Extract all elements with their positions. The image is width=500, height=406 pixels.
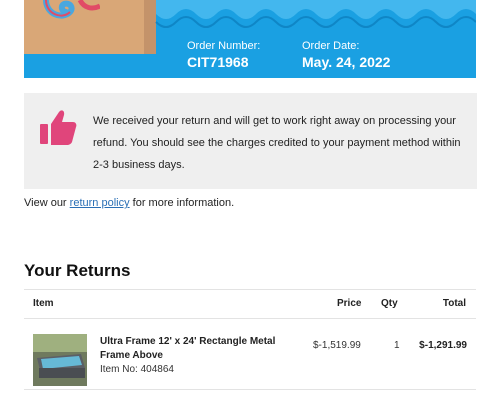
order-date-block: Order Date: May. 24, 2022	[302, 40, 390, 71]
order-header-banner: Order Number: CIT71968 Order Date: May. …	[24, 0, 476, 78]
return-policy-link[interactable]: return policy	[70, 197, 130, 209]
product-item-number: Item No: 404864	[100, 364, 174, 375]
product-qty: 1	[394, 340, 400, 351]
order-number-value: CIT71968	[187, 54, 249, 70]
returns-table-header: Item Price Qty Total	[24, 289, 476, 319]
thumbs-up-icon	[40, 110, 77, 145]
policy-suffix: for more information.	[132, 197, 235, 209]
column-header-total: Total	[442, 298, 466, 309]
column-header-item: Item	[33, 298, 54, 309]
column-header-price: Price	[337, 298, 362, 309]
policy-prefix: View our	[24, 197, 67, 209]
product-total: $-1,291.99	[419, 340, 467, 351]
table-row: Ultra Frame 12' x 24' Rectangle Metal Fr…	[24, 320, 476, 390]
wave-decoration	[155, 0, 476, 28]
column-header-qty: Qty	[381, 298, 398, 309]
order-number-block: Order Number: CIT71968	[187, 40, 260, 71]
order-number-label: Order Number:	[187, 40, 261, 52]
product-name[interactable]: Ultra Frame 12' x 24' Rectangle Metal Fr…	[100, 335, 290, 363]
order-date-label: Order Date:	[302, 40, 360, 52]
return-policy-line: View our return policy for more informat…	[24, 197, 234, 209]
order-date-value: May. 24, 2022	[302, 54, 391, 70]
return-notice-box: We received your return and will get to …	[24, 93, 477, 189]
product-thumbnail[interactable]	[33, 334, 87, 386]
returns-section-title: Your Returns	[24, 261, 131, 280]
return-notice-text: We received your return and will get to …	[93, 115, 461, 171]
product-price: $-1,519.99	[313, 340, 361, 351]
